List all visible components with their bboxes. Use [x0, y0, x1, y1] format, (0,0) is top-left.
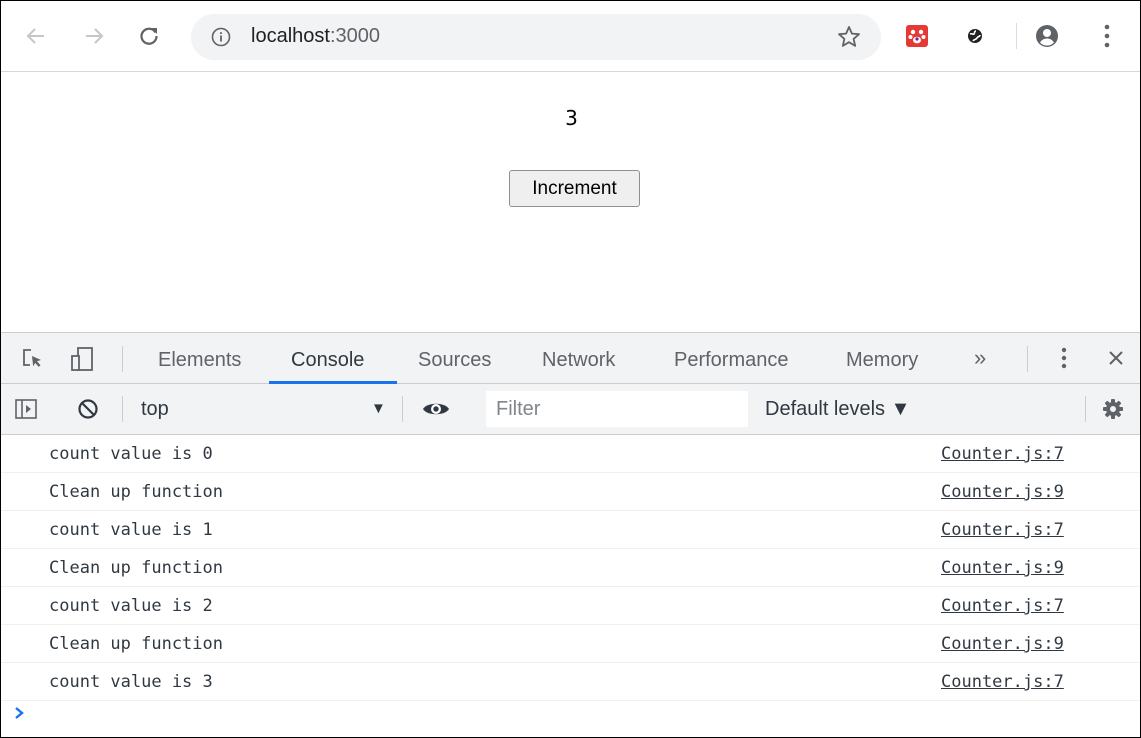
tab-console[interactable]: Console — [291, 333, 364, 383]
sidebar-toggle-icon[interactable] — [15, 399, 37, 419]
increment-button[interactable]: Increment — [509, 170, 640, 207]
console-message: count value is 3 Counter.js:7 — [1, 663, 1140, 701]
console-prompt-chevron-icon[interactable] — [13, 703, 27, 723]
filter-input[interactable] — [486, 391, 748, 427]
reload-button[interactable] — [134, 21, 164, 51]
device-toolbar-icon[interactable] — [69, 345, 97, 373]
address-bar[interactable]: localhost:3000 — [191, 14, 881, 60]
log-levels-dropdown[interactable]: Default levels ▼ — [765, 398, 910, 421]
tab-network[interactable]: Network — [542, 333, 615, 383]
url-host: localhost — [251, 25, 330, 47]
url-text[interactable]: localhost:3000 — [251, 25, 380, 48]
console-message-text: Clean up function — [49, 634, 223, 654]
toolbar-separator — [402, 396, 403, 422]
live-expression-eye-icon[interactable] — [421, 399, 451, 419]
browser-menu-icon[interactable] — [1101, 23, 1113, 49]
settings-gear-icon[interactable] — [1102, 398, 1124, 420]
source-link[interactable]: Counter.js:9 — [941, 482, 1064, 502]
toolbar-separator — [122, 396, 123, 422]
source-link[interactable]: Counter.js:7 — [941, 672, 1064, 692]
count-display: 3 — [565, 106, 578, 130]
tab-elements[interactable]: Elements — [158, 333, 241, 383]
console-message: Clean up function Counter.js:9 — [1, 625, 1140, 663]
url-port: :3000 — [329, 25, 380, 47]
clear-console-icon[interactable] — [77, 398, 99, 420]
console-message: Clean up function Counter.js:9 — [1, 473, 1140, 511]
console-message: Clean up function Counter.js:9 — [1, 549, 1140, 587]
extension-globe-icon[interactable] — [964, 25, 986, 47]
console-message: count value is 1 Counter.js:7 — [1, 511, 1140, 549]
console-message-text: count value is 1 — [49, 520, 213, 540]
more-tabs-button[interactable]: » — [974, 345, 986, 371]
inspect-element-icon[interactable] — [21, 347, 45, 371]
console-output: count value is 0 Counter.js:7 Clean up f… — [1, 435, 1140, 737]
source-link[interactable]: Counter.js:9 — [941, 634, 1064, 654]
devtools-menu-icon[interactable] — [1059, 346, 1069, 370]
console-message-text: count value is 3 — [49, 672, 213, 692]
source-link[interactable]: Counter.js:7 — [941, 444, 1064, 464]
tab-separator — [122, 346, 123, 372]
devtools-tab-bar: Elements Console Sources Network Perform… — [1, 333, 1140, 384]
console-message: count value is 2 Counter.js:7 — [1, 587, 1140, 625]
toolbar-separator — [1085, 396, 1086, 422]
tab-sources[interactable]: Sources — [418, 333, 491, 383]
console-message-text: count value is 0 — [49, 444, 213, 464]
console-message-text: Clean up function — [49, 482, 223, 502]
forward-arrow-icon — [86, 28, 104, 44]
back-arrow-icon — [26, 28, 44, 44]
toolbar-separator — [1016, 23, 1017, 49]
devtools-panel: Elements Console Sources Network Perform… — [1, 332, 1140, 737]
info-icon[interactable] — [211, 27, 231, 47]
source-link[interactable]: Counter.js:7 — [941, 520, 1064, 540]
back-button[interactable] — [21, 21, 51, 51]
source-link[interactable]: Counter.js:9 — [941, 558, 1064, 578]
forward-button[interactable] — [79, 21, 109, 51]
source-link[interactable]: Counter.js:7 — [941, 596, 1064, 616]
console-toolbar: top ▼ Default levels ▼ — [1, 384, 1140, 435]
bookmark-star-icon[interactable] — [836, 24, 862, 50]
close-icon[interactable] — [1107, 349, 1125, 367]
profile-avatar-icon[interactable] — [1035, 24, 1059, 48]
tab-memory[interactable]: Memory — [846, 333, 918, 383]
reload-icon — [140, 27, 158, 45]
browser-toolbar: localhost:3000 — [1, 1, 1140, 72]
tab-separator — [1027, 346, 1028, 372]
console-message-text: count value is 2 — [49, 596, 213, 616]
console-message-text: Clean up function — [49, 558, 223, 578]
page-viewport: 3 Increment — [1, 72, 1140, 332]
console-message: count value is 0 Counter.js:7 — [1, 435, 1140, 473]
extension-paw-icon[interactable] — [906, 25, 928, 47]
browser-window: localhost:3000 3 Increment Elements Cons… — [0, 0, 1141, 738]
context-selector[interactable]: top — [141, 398, 169, 421]
tab-performance[interactable]: Performance — [674, 333, 789, 383]
chevron-down-icon[interactable]: ▼ — [371, 400, 386, 417]
